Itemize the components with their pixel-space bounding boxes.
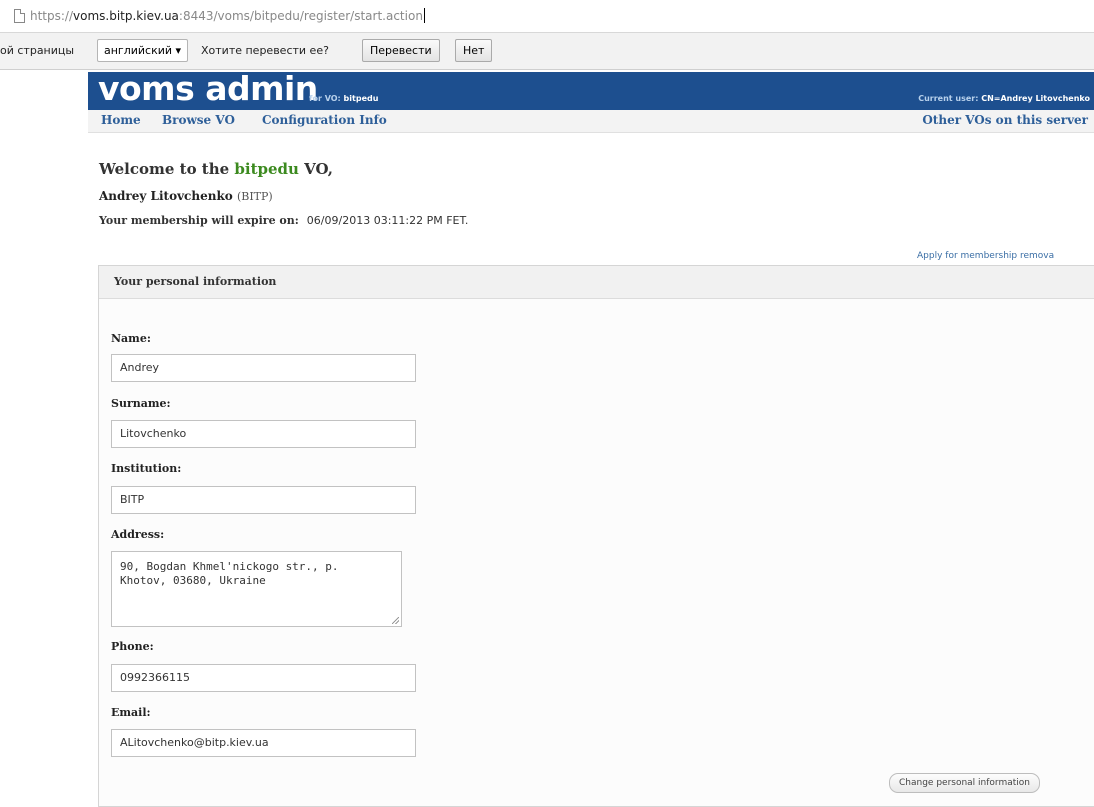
panel-header: Your personal information: [99, 266, 1094, 299]
phone-label: Phone:: [111, 640, 154, 653]
main-nav: Home Browse VO Configuration Info Other …: [88, 110, 1094, 133]
welcome-vo-name: bitpedu: [234, 160, 299, 178]
current-user-name: CN=Andrey Litovchenko: [981, 94, 1090, 103]
welcome-heading: Welcome to the bitpedu VO,: [99, 160, 333, 178]
voms-admin-logo[interactable]: voms admin: [98, 69, 318, 108]
translate-bar: ой страницы английский ▾ Хотите перевест…: [0, 33, 1094, 70]
institution-label: Institution:: [111, 462, 182, 475]
url-host: voms.bitp.kiev.ua: [73, 9, 179, 23]
expiry-date: 06/09/2013 03:11:22 PM FET.: [306, 214, 469, 227]
personal-info-panel: Your personal information: [98, 265, 1094, 807]
phone-field[interactable]: 0992366115: [111, 664, 416, 692]
nav-browse-vo[interactable]: Browse VO: [162, 113, 235, 127]
name-label: Name:: [111, 332, 151, 345]
email-label: Email:: [111, 706, 151, 719]
user-name: Andrey Litovchenko (BITP): [99, 189, 273, 203]
header-banner: voms admin for VO: bitpedu Current user:…: [88, 69, 1094, 110]
url-path: :8443/voms/bitpedu/register/start.action: [178, 9, 423, 23]
surname-field[interactable]: Litovchenko: [111, 420, 416, 448]
address-textarea[interactable]: 90, Bogdan Khmel'nickogo str., p. Khotov…: [111, 551, 402, 627]
address-bar[interactable]: https://voms.bitp.kiev.ua:8443/voms/bitp…: [0, 0, 1094, 33]
language-select[interactable]: английский ▾: [97, 39, 189, 62]
no-translate-button[interactable]: Нет: [455, 39, 493, 62]
current-user: Current user: CN=Andrey Litovchenko: [918, 94, 1090, 103]
expiry-label: Your membership will expire on:: [99, 214, 299, 227]
name-field[interactable]: Andrey: [111, 354, 416, 382]
for-vo-label: for VO: bitpedu: [309, 94, 378, 103]
for-vo-prefix: for VO:: [309, 94, 344, 103]
welcome-prefix: Welcome to the: [99, 160, 235, 178]
url-scheme: https://: [30, 9, 74, 23]
current-user-prefix: Current user:: [918, 94, 982, 103]
email-field[interactable]: ALitovchenko@bitp.kiev.ua: [111, 729, 416, 757]
apply-membership-removal-link[interactable]: Apply for membership remova: [917, 251, 1054, 261]
for-vo-name: bitpedu: [343, 94, 379, 103]
welcome-suffix: VO,: [298, 160, 333, 178]
institution-field[interactable]: BITP: [111, 486, 416, 514]
page-icon: [14, 9, 25, 23]
nav-home[interactable]: Home: [101, 113, 141, 127]
membership-expiry: Your membership will expire on: 06/09/201…: [99, 214, 468, 227]
user-full-name: Andrey Litovchenko: [99, 189, 233, 203]
translate-question: Хотите перевести ее?: [201, 44, 329, 57]
user-institution: (BITP): [236, 190, 273, 203]
surname-label: Surname:: [111, 397, 171, 410]
text-cursor: [423, 8, 425, 23]
change-personal-info-button[interactable]: Change personal information: [889, 773, 1040, 793]
translate-bar-text: ой страницы: [0, 44, 75, 57]
address-label: Address:: [111, 528, 165, 541]
panel-title: Your personal information: [114, 275, 277, 288]
nav-other-vos[interactable]: Other VOs on this server: [922, 113, 1088, 127]
translate-button[interactable]: Перевести: [362, 39, 440, 62]
nav-configuration-info[interactable]: Configuration Info: [262, 113, 387, 127]
resize-handle[interactable]: [392, 617, 399, 624]
url-text[interactable]: https://voms.bitp.kiev.ua:8443/voms/bitp…: [30, 8, 425, 23]
address-text: 90, Bogdan Khmel'nickogo str., p. Khotov…: [120, 560, 339, 587]
